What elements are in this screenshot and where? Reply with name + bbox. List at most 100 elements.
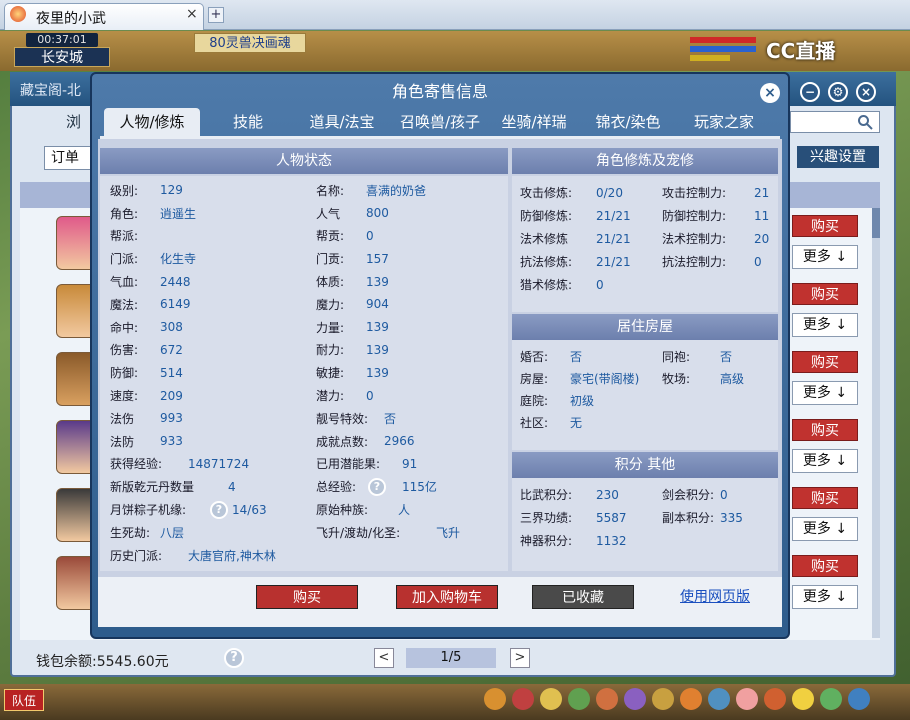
listing-more-button[interactable]: 更多 ↓ bbox=[792, 585, 858, 609]
toolbar-icon[interactable] bbox=[708, 688, 730, 710]
stat-value: 91 bbox=[402, 456, 418, 471]
settings-gear-icon[interactable]: ⚙ bbox=[828, 82, 848, 102]
stat-value: 八层 bbox=[160, 525, 185, 540]
listing-buy-button[interactable]: 购买 bbox=[792, 215, 858, 237]
window-close-button[interactable]: × bbox=[856, 82, 876, 102]
stat-value: 21/21 bbox=[596, 254, 631, 269]
toolbar-icon[interactable] bbox=[820, 688, 842, 710]
stat-label: 神器积分: bbox=[520, 534, 573, 548]
next-page-button[interactable]: > bbox=[510, 648, 530, 668]
stat-value: 139 bbox=[366, 365, 389, 380]
store-browse-tab[interactable]: 浏 bbox=[66, 111, 81, 132]
listing-buy-button[interactable]: 购买 bbox=[792, 283, 858, 305]
stat-value: 209 bbox=[160, 388, 183, 403]
stat-value: 157 bbox=[366, 251, 389, 266]
toolbar-icon[interactable] bbox=[624, 688, 646, 710]
stat-value: 2448 bbox=[160, 274, 191, 289]
stat-value: 139 bbox=[366, 342, 389, 357]
tab-pets[interactable]: 召唤兽/孩子 bbox=[390, 108, 490, 138]
event-banner[interactable]: 80灵兽决画魂 bbox=[194, 33, 306, 53]
toolbar-icon[interactable] bbox=[792, 688, 814, 710]
stat-value: 0 bbox=[366, 228, 374, 243]
listing-buy-button[interactable]: 购买 bbox=[792, 555, 858, 577]
stat-row: 法术修炼 21/21 bbox=[520, 227, 650, 250]
store-title: 藏宝阁-北 bbox=[20, 83, 82, 99]
toolbar-icon[interactable] bbox=[764, 688, 786, 710]
favorited-button[interactable]: 已收藏 bbox=[532, 585, 634, 609]
stat-value: 800 bbox=[366, 206, 389, 221]
stat-value: 11 bbox=[754, 208, 770, 223]
listing-more-button[interactable]: 更多 ↓ bbox=[792, 517, 858, 541]
dialog-close-button[interactable]: × bbox=[760, 83, 780, 103]
listing-more-button[interactable]: 更多 ↓ bbox=[792, 449, 858, 473]
help-icon[interactable]: ? bbox=[210, 500, 228, 519]
stat-label: 敏捷: bbox=[316, 366, 345, 381]
stat-value: 化生寺 bbox=[160, 252, 197, 267]
listing-buy-button[interactable]: 购买 bbox=[792, 419, 858, 441]
stat-value: 飞升 bbox=[436, 525, 461, 540]
listing-more-button[interactable]: 更多 ↓ bbox=[792, 313, 858, 337]
tab-skills[interactable]: 技能 bbox=[210, 108, 286, 138]
team-button[interactable]: 队伍 bbox=[4, 689, 44, 711]
listing-scroll-thumb[interactable] bbox=[872, 208, 880, 238]
tab-close-button[interactable]: × bbox=[186, 6, 198, 22]
new-tab-button[interactable]: + bbox=[208, 7, 224, 23]
stat-label: 成就点数: bbox=[316, 434, 369, 449]
stat-label: 获得经验: bbox=[110, 457, 163, 472]
toolbar-icon[interactable] bbox=[540, 688, 562, 710]
stat-value: 高级 bbox=[720, 371, 745, 386]
toolbar-icon[interactable] bbox=[568, 688, 590, 710]
toolbar-icon[interactable] bbox=[848, 688, 870, 710]
stat-value: 139 bbox=[366, 274, 389, 289]
stat-row: 门贡: 157 bbox=[316, 247, 506, 270]
minimize-button[interactable]: − bbox=[800, 82, 820, 102]
tab-character[interactable]: 人物/修炼 bbox=[104, 108, 200, 138]
add-to-cart-button[interactable]: 加入购物车 bbox=[396, 585, 498, 609]
stat-row: 攻击修炼: 0/20 bbox=[520, 181, 650, 204]
listing-more-button[interactable]: 更多 ↓ bbox=[792, 245, 858, 269]
page-indicator: 1/5 bbox=[406, 648, 496, 668]
stat-row: 抗法控制力: 0 bbox=[662, 250, 774, 273]
tab-home[interactable]: 玩家之家 bbox=[680, 108, 768, 138]
stat-label: 气血: bbox=[110, 275, 139, 290]
stat-label: 靓号特效: bbox=[316, 411, 369, 426]
help-icon[interactable]: ? bbox=[368, 477, 386, 496]
listing-buy-button[interactable]: 购买 bbox=[792, 487, 858, 509]
use-web-version-link[interactable]: 使用网页版 bbox=[680, 586, 750, 606]
wallet-balance: 钱包余额:5545.60元 bbox=[36, 651, 169, 671]
toolbar-icon[interactable] bbox=[652, 688, 674, 710]
stat-label: 体质: bbox=[316, 275, 345, 290]
stat-label: 副本积分: bbox=[662, 511, 715, 525]
toolbar-icon[interactable] bbox=[680, 688, 702, 710]
stat-row: 耐力: 139 bbox=[316, 339, 506, 362]
toolbar-icon[interactable] bbox=[484, 688, 506, 710]
toolbar-icon[interactable] bbox=[596, 688, 618, 710]
stat-row: 帮贡: 0 bbox=[316, 225, 506, 248]
stat-label: 帮贡: bbox=[316, 229, 345, 244]
tab-mounts[interactable]: 坐骑/祥瑞 bbox=[490, 108, 578, 138]
listing-more-button[interactable]: 更多 ↓ bbox=[792, 381, 858, 405]
stat-label: 飞升/渡劫/化圣: bbox=[316, 525, 401, 540]
interest-settings-button[interactable]: 兴趣设置 bbox=[797, 146, 879, 168]
stat-label: 月饼粽子机缘: bbox=[110, 503, 187, 518]
buy-button[interactable]: 购买 bbox=[256, 585, 358, 609]
listing-scrollbar[interactable] bbox=[872, 208, 880, 638]
prev-page-button[interactable]: < bbox=[374, 648, 394, 668]
stat-row: 帮派: bbox=[110, 225, 310, 248]
stat-value: 933 bbox=[160, 434, 183, 449]
tab-outfits[interactable]: 锦衣/染色 bbox=[582, 108, 674, 138]
toolbar-icon[interactable] bbox=[512, 688, 534, 710]
stat-label: 魔力: bbox=[316, 297, 345, 312]
stat-label: 法防 bbox=[110, 434, 135, 449]
tab-items[interactable]: 道具/法宝 bbox=[296, 108, 388, 138]
help-icon[interactable]: ? bbox=[224, 648, 244, 668]
listing-buy-button[interactable]: 购买 bbox=[792, 351, 858, 373]
stat-value: 否 bbox=[384, 411, 397, 426]
stat-label: 社区: bbox=[520, 415, 549, 430]
toolbar-icon[interactable] bbox=[736, 688, 758, 710]
stat-label: 法术控制力: bbox=[662, 232, 727, 246]
stat-label: 生死劫: bbox=[110, 525, 151, 540]
search-icon[interactable] bbox=[857, 114, 873, 130]
house-section-title: 居住房屋 bbox=[512, 314, 778, 340]
stat-row: 防御: 514 bbox=[110, 361, 310, 384]
